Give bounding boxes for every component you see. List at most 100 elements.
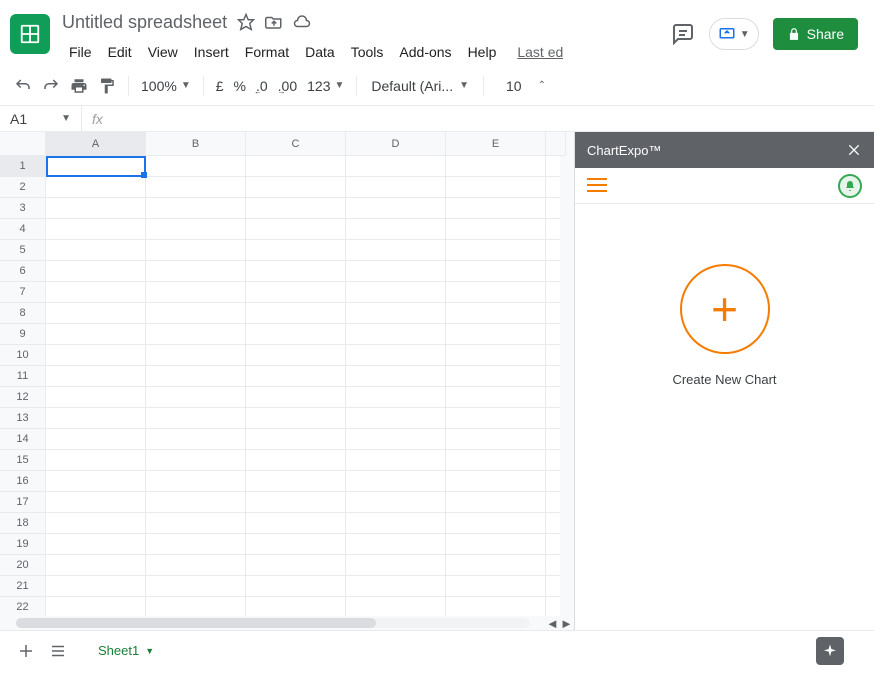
cell[interactable] [446,429,546,450]
cell[interactable] [246,492,346,513]
cell[interactable] [46,366,146,387]
cell[interactable] [46,513,146,534]
cell[interactable] [46,387,146,408]
cloud-icon[interactable] [293,13,311,31]
cell[interactable] [146,534,246,555]
cell[interactable] [46,282,146,303]
cell[interactable] [246,282,346,303]
cell[interactable] [246,198,346,219]
cell[interactable] [346,366,446,387]
row-header[interactable]: 12 [0,387,46,408]
bell-icon[interactable] [838,174,862,198]
cell[interactable] [246,345,346,366]
cell[interactable] [446,303,546,324]
cell[interactable] [446,387,546,408]
zoom-select[interactable]: 100%▼ [137,78,195,94]
doc-title[interactable]: Untitled spreadsheet [62,12,227,33]
menu-file[interactable]: File [62,40,99,64]
move-icon[interactable] [265,13,283,31]
share-button[interactable]: Share [773,18,858,50]
percent-button[interactable]: % [230,78,250,94]
cell[interactable] [346,408,446,429]
cell[interactable] [246,534,346,555]
cell[interactable] [246,219,346,240]
row-header[interactable]: 11 [0,366,46,387]
row-header[interactable]: 19 [0,534,46,555]
cell[interactable] [46,219,146,240]
print-icon[interactable] [66,73,92,99]
cell[interactable] [146,282,246,303]
cell[interactable] [346,471,446,492]
menu-help[interactable]: Help [461,40,504,64]
cell[interactable] [146,219,246,240]
star-icon[interactable] [237,13,255,31]
cell[interactable] [446,345,546,366]
font-select[interactable]: Default (Ari...▼ [365,78,475,94]
cell[interactable] [446,366,546,387]
menu-format[interactable]: Format [238,40,296,64]
cell[interactable] [146,156,246,177]
cell[interactable] [446,576,546,597]
row-header[interactable]: 16 [0,471,46,492]
font-size-select[interactable]: 10⌃ [502,78,550,94]
cell[interactable] [246,156,346,177]
cell[interactable] [46,408,146,429]
cell[interactable] [346,282,446,303]
cell[interactable] [346,177,446,198]
horizontal-scrollbar[interactable]: ◄ ► [0,616,574,630]
cell[interactable] [46,534,146,555]
row-header[interactable]: 20 [0,555,46,576]
cell[interactable] [346,429,446,450]
cell[interactable] [346,513,446,534]
row-header[interactable]: 1 [0,156,46,177]
col-header[interactable]: B [146,132,246,156]
cell[interactable] [246,366,346,387]
col-header[interactable]: C [246,132,346,156]
number-format-select[interactable]: 123▼ [303,78,348,94]
cell[interactable] [146,513,246,534]
cell[interactable] [46,450,146,471]
cell[interactable] [446,156,546,177]
menu-insert[interactable]: Insert [187,40,236,64]
comments-icon[interactable] [671,22,695,46]
cell[interactable] [346,576,446,597]
cell[interactable] [46,597,146,618]
cell[interactable] [446,198,546,219]
col-header[interactable]: E [446,132,546,156]
decrease-decimal-button[interactable]: .0← [252,78,272,94]
menu-view[interactable]: View [141,40,185,64]
row-header[interactable]: 13 [0,408,46,429]
cell[interactable] [346,324,446,345]
cell[interactable] [346,597,446,618]
cell[interactable] [446,282,546,303]
cell[interactable] [446,240,546,261]
cell[interactable] [46,345,146,366]
row-header[interactable]: 4 [0,219,46,240]
cell[interactable] [46,576,146,597]
cell[interactable] [46,492,146,513]
sheets-logo[interactable] [10,14,50,54]
cell[interactable] [346,240,446,261]
cell[interactable] [146,345,246,366]
cell[interactable] [46,471,146,492]
formula-input[interactable] [113,106,874,131]
row-header[interactable]: 5 [0,240,46,261]
cell[interactable] [146,177,246,198]
cell[interactable] [246,513,346,534]
row-header[interactable]: 3 [0,198,46,219]
cell[interactable] [246,555,346,576]
cell[interactable] [246,450,346,471]
row-header[interactable]: 9 [0,324,46,345]
row-header[interactable]: 14 [0,429,46,450]
create-chart-button[interactable]: + [680,264,770,354]
vertical-scrollbar[interactable] [560,156,574,616]
menu-icon[interactable] [587,178,607,194]
cell[interactable] [446,513,546,534]
cell[interactable] [146,408,246,429]
row-header[interactable]: 6 [0,261,46,282]
cell[interactable] [46,198,146,219]
cell[interactable] [146,471,246,492]
all-sheets-button[interactable] [42,635,74,667]
cell[interactable] [346,345,446,366]
cell[interactable] [146,576,246,597]
